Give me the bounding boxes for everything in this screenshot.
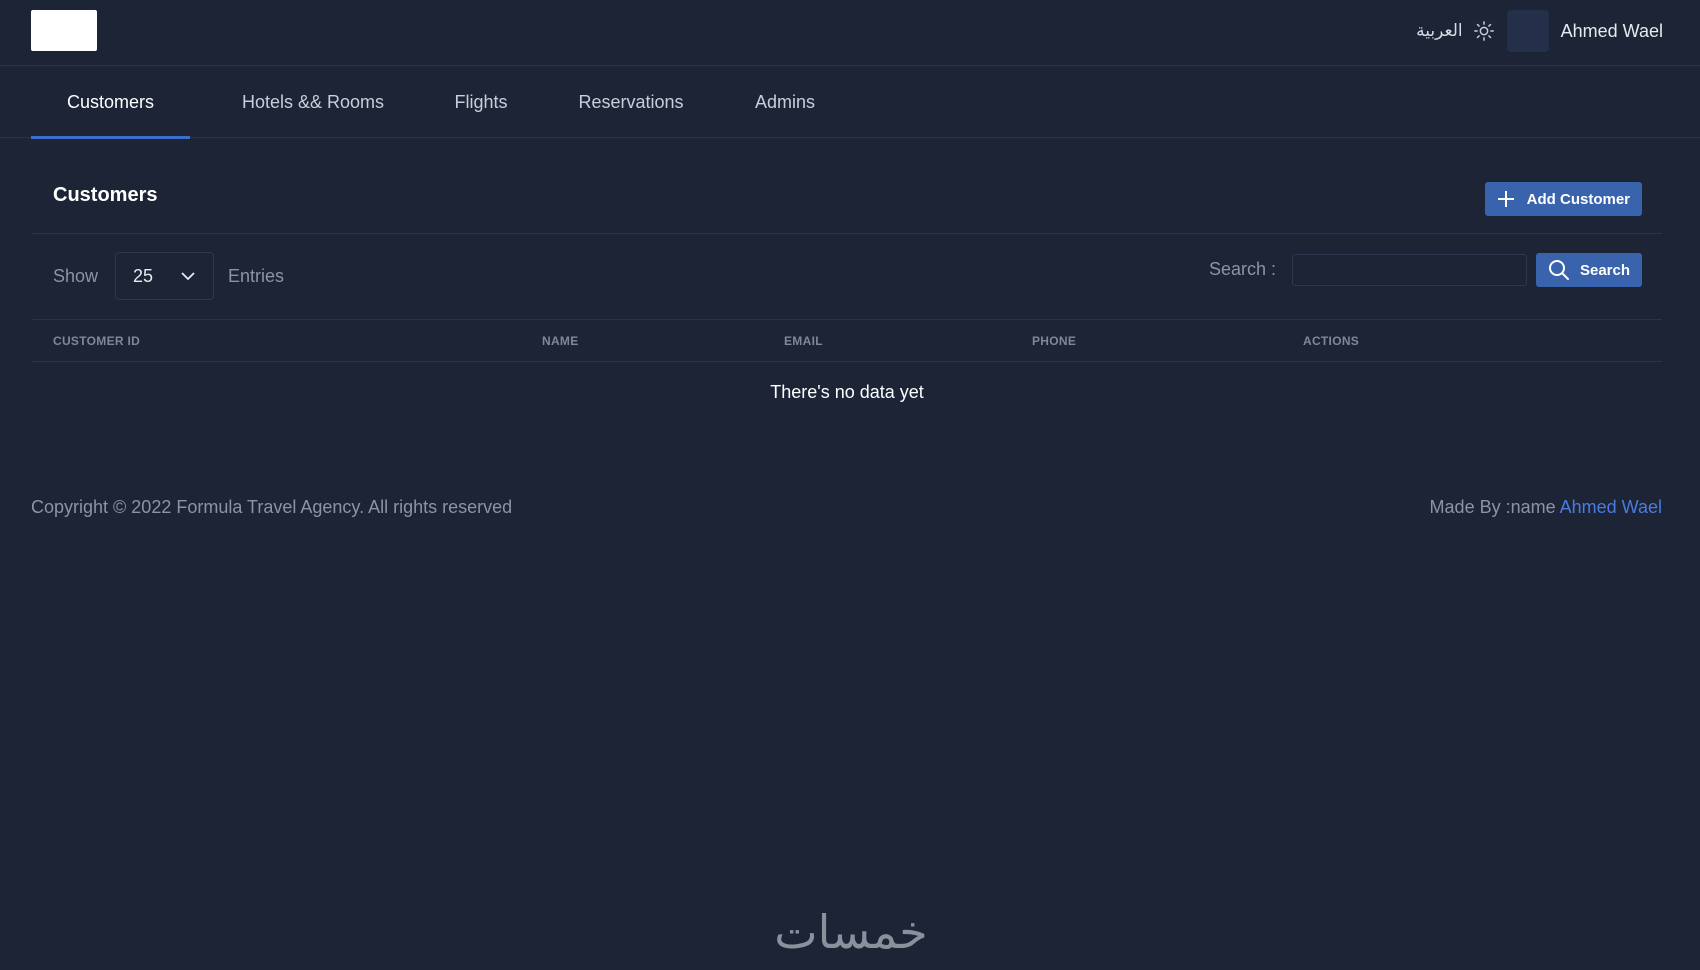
search-button-label: Search <box>1579 261 1631 279</box>
footer: Copyright © 2022 Formula Travel Agency. … <box>31 497 1662 521</box>
search-label: Search : <box>1209 259 1277 279</box>
language-switch-link[interactable]: العربية <box>1416 21 1462 41</box>
entries-value: 25 <box>133 265 154 286</box>
add-customer-label: Add Customer <box>1526 190 1630 208</box>
made-by: Made By :name Ahmed Wael <box>1430 497 1662 518</box>
plus-icon <box>1497 191 1514 207</box>
tab-customers[interactable]: Customers <box>31 66 190 139</box>
table-header: CUSTOMER ID NAME EMAIL PHONE ACTIONS <box>32 320 1662 362</box>
top-bar: العربية Ahmed Wael <box>0 0 1700 66</box>
main-nav-tabs: Customers Hotels && Rooms Flights Reserv… <box>0 66 1700 139</box>
page-title: Customers <box>53 184 158 206</box>
avatar[interactable] <box>1506 10 1549 52</box>
search-input[interactable] <box>1292 254 1527 286</box>
user-name[interactable]: Ahmed Wael <box>1561 21 1663 42</box>
column-header-email[interactable]: EMAIL <box>784 334 823 348</box>
made-by-label: Made By :name <box>1429 497 1556 517</box>
column-header-actions: ACTIONS <box>1303 334 1360 348</box>
svg-text:خمسات: خمسات <box>774 905 927 959</box>
entries-label: Entries <box>228 266 285 286</box>
table-controls: Show 25 Entries Search : Search <box>32 234 1662 320</box>
chevron-down-icon <box>181 272 195 281</box>
tab-flights[interactable]: Flights <box>446 66 516 138</box>
empty-table-message: There's no data yet <box>770 382 924 402</box>
customers-panel: Customers Add Customer Show 25 Entries S… <box>32 138 1662 438</box>
column-header-customer-id[interactable]: CUSTOMER ID <box>53 334 140 348</box>
author-link[interactable]: Ahmed Wael <box>1560 497 1662 517</box>
search-icon <box>1548 260 1569 280</box>
tab-reservations[interactable]: Reservations <box>570 66 692 138</box>
show-label: Show <box>53 266 99 286</box>
tab-admins[interactable]: Admins <box>746 66 824 138</box>
copyright-text: Copyright © 2022 Formula Travel Agency. … <box>31 497 513 517</box>
add-customer-button[interactable]: Add Customer <box>1484 182 1642 216</box>
panel-header: Customers Add Customer <box>32 138 1662 234</box>
sun-icon[interactable] <box>1473 20 1495 42</box>
column-header-name[interactable]: NAME <box>542 334 579 348</box>
tab-hotels-rooms[interactable]: Hotels && Rooms <box>228 66 398 138</box>
entries-select[interactable]: 25 <box>115 252 214 300</box>
column-header-phone[interactable]: PHONE <box>1032 334 1076 348</box>
user-area: العربية Ahmed Wael <box>1416 10 1663 52</box>
logo[interactable] <box>31 10 97 51</box>
search-button[interactable]: Search <box>1536 253 1642 287</box>
watermark-logo: خمسات <box>774 905 927 959</box>
